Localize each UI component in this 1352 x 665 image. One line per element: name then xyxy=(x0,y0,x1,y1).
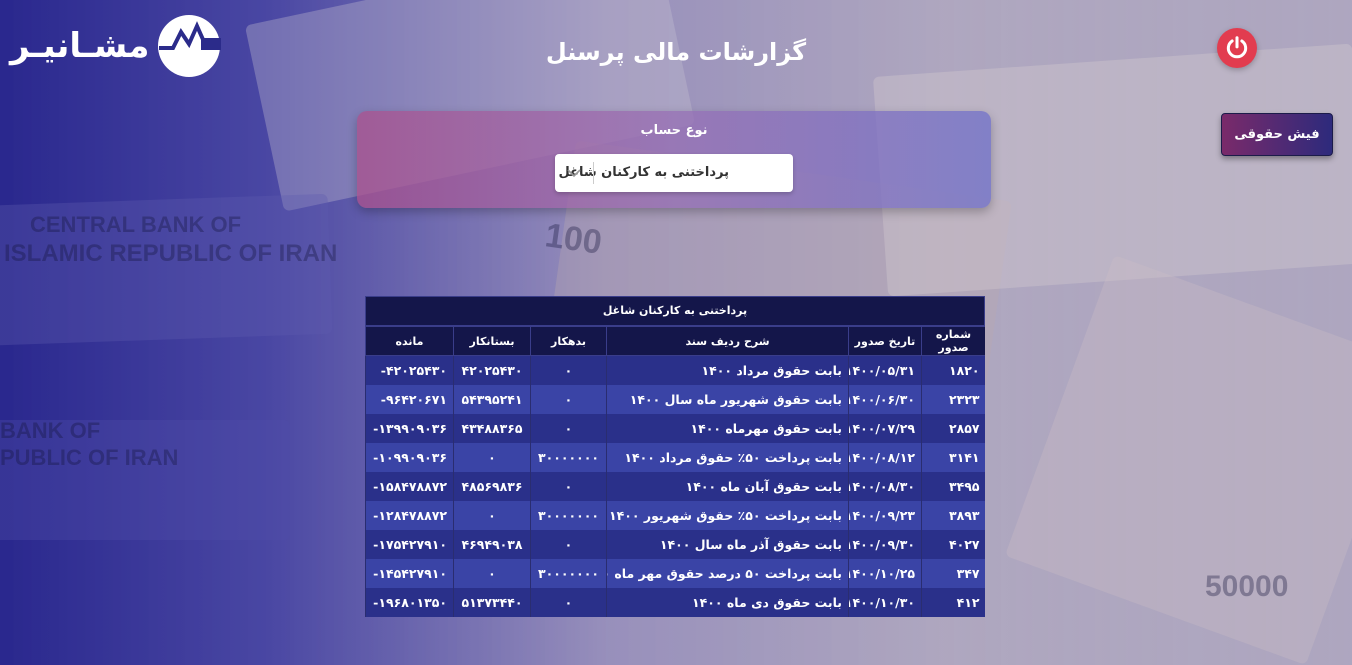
table-cell: بابت پرداخت ۵۰ درصد حقوق مهر ماه ۱۴۰۰ xyxy=(606,559,849,588)
table-cell: -۱۰۹۹۰۹۰۳۶ xyxy=(365,443,454,472)
banknote-text: ISLAMIC REPUBLIC OF IRAN xyxy=(4,240,338,267)
banknote-text: CENTRAL BANK OF xyxy=(30,212,242,237)
table-cell: ۴۰۲۷ xyxy=(921,530,985,559)
table-cell: -۱۷۵۴۲۷۹۱۰ xyxy=(365,530,454,559)
table-cell: -۹۶۴۲۰۶۷۱ xyxy=(365,385,454,414)
table-cell: -۴۲۰۲۵۴۳۰ xyxy=(365,355,454,385)
table-cell: ۲۳۲۳ xyxy=(921,385,985,414)
table-cell: ۱۴۰۰/۱۰/۲۵ xyxy=(848,559,922,588)
table-cell: بابت پرداخت ۵۰٪ حقوق شهریور ۱۴۰۰ xyxy=(606,501,849,530)
logout-button[interactable] xyxy=(1217,28,1257,68)
payslip-button[interactable]: فیش حقوقی xyxy=(1221,113,1333,156)
account-type-label: نوع حساب xyxy=(640,123,708,138)
power-icon xyxy=(1226,36,1248,59)
column-header[interactable]: شرح ردیف سند xyxy=(606,326,849,356)
table-cell: ۰ xyxy=(530,530,607,559)
column-header[interactable]: بستانکار xyxy=(453,326,531,356)
table-cell: ۳۰۰۰۰۰۰۰ xyxy=(530,501,607,530)
table-cell: ۱۴۰۰/۰۵/۳۱ xyxy=(848,355,922,385)
table-row[interactable]: ۴۱۲ ۱۴۰۰/۱۰/۳۰ بابت حقوق دی ماه ۱۴۰۰ ۰ ۵۱۳۷۳… xyxy=(365,588,985,617)
table-cell: بابت حقوق دی ماه ۱۴۰۰ xyxy=(606,588,849,617)
table-cell: ۱۴۰۰/۱۰/۳۰ xyxy=(848,588,922,617)
table-caption: پرداختنی به کارکنان شاغل xyxy=(365,296,985,326)
table-cell: ۱۴۰۰/۰۷/۲۹ xyxy=(848,414,922,443)
banknote-text: PUBLIC OF IRAN xyxy=(0,445,179,470)
table-cell: ۰ xyxy=(453,559,531,588)
table-row[interactable]: ۲۳۲۳ ۱۴۰۰/۰۶/۳۰ بابت حقوق شهریور ماه سال ۱… xyxy=(365,385,985,414)
table-cell: بابت حقوق آبان ماه ۱۴۰۰ xyxy=(606,472,849,501)
table-cell: ۵۱۳۷۳۴۴۰ xyxy=(453,588,531,617)
table-row[interactable]: ۴۰۲۷ ۱۴۰۰/۰۹/۳۰ بابت حقوق آذر ماه سال ۱۴۰۰… xyxy=(365,530,985,559)
banknote-text: 50000 xyxy=(1205,570,1289,603)
table-row[interactable]: ۳۱۴۱ ۱۴۰۰/۰۸/۱۲ بابت پرداخت ۵۰٪ حقوق مرداد… xyxy=(365,443,985,472)
table-cell: ۰ xyxy=(530,588,607,617)
banknote-decoration xyxy=(1004,254,1352,665)
chevron-down-icon[interactable] xyxy=(565,165,583,181)
account-type-panel: نوع حساب پرداختنی به کارکنان شاغل xyxy=(357,111,991,208)
table-cell: بابت حقوق مهرماه ۱۴۰۰ xyxy=(606,414,849,443)
banknote-text: BANK OF xyxy=(0,418,101,443)
table-cell: ۱۴۰۰/۰۸/۱۲ xyxy=(848,443,922,472)
column-header[interactable]: مانده xyxy=(365,326,454,356)
page-title: گزارشات مالی پرسنل xyxy=(545,38,807,66)
column-header[interactable]: تاریخ صدور xyxy=(848,326,922,356)
table-row[interactable]: ۳۴۹۵ ۱۴۰۰/۰۸/۳۰ بابت حقوق آبان ماه ۱۴۰۰ ۰ ۴۸… xyxy=(365,472,985,501)
account-type-value: پرداختنی به کارکنان شاغل xyxy=(558,165,730,180)
table-cell: ۳۸۹۳ xyxy=(921,501,985,530)
table-cell: -۱۹۶۸۰۱۳۵۰ xyxy=(365,588,454,617)
table-cell: ۴۶۹۴۹۰۳۸ xyxy=(453,530,531,559)
table-cell: ۰ xyxy=(453,501,531,530)
table-cell: -۱۲۸۴۷۸۸۷۲ xyxy=(365,501,454,530)
table-cell: ۱۴۰۰/۰۶/۳۰ xyxy=(848,385,922,414)
table-cell: -۱۴۵۴۲۷۹۱۰ xyxy=(365,559,454,588)
account-type-select[interactable]: پرداختنی به کارکنان شاغل xyxy=(555,154,793,192)
table-row[interactable]: ۳۴۷ ۱۴۰۰/۱۰/۲۵ بابت پرداخت ۵۰ درصد حقوق مه… xyxy=(365,559,985,588)
table-cell: -۱۵۸۴۷۸۸۷۲ xyxy=(365,472,454,501)
table-cell: بابت حقوق مرداد ۱۴۰۰ xyxy=(606,355,849,385)
table-cell: بابت حقوق آذر ماه سال ۱۴۰۰ xyxy=(606,530,849,559)
table-cell: ۳۱۴۱ xyxy=(921,443,985,472)
table-cell: ۳۴۹۵ xyxy=(921,472,985,501)
column-header[interactable]: بدهکار xyxy=(530,326,607,356)
table-cell: ۰ xyxy=(530,355,607,385)
table-cell: ۰ xyxy=(530,414,607,443)
table-row[interactable]: ۳۸۹۳ ۱۴۰۰/۰۹/۲۳ بابت پرداخت ۵۰٪ حقوق شهریو… xyxy=(365,501,985,530)
table-cell: بابت پرداخت ۵۰٪ حقوق مرداد ۱۴۰۰ xyxy=(606,443,849,472)
table-cell: ۳۰۰۰۰۰۰۰ xyxy=(530,559,607,588)
table-cell: ۱۴۰۰/۰۸/۳۰ xyxy=(848,472,922,501)
table-cell: ۴۱۲ xyxy=(921,588,985,617)
table-cell: ۲۸۵۷ xyxy=(921,414,985,443)
table-cell: ۰ xyxy=(530,385,607,414)
financial-report-table: پرداختنی به کارکنان شاغل شماره صدور تاری… xyxy=(365,296,985,623)
table-cell: بابت حقوق شهریور ماه سال ۱۴۰۰ xyxy=(606,385,849,414)
table-cell: ۳۰۰۰۰۰۰۰ xyxy=(530,443,607,472)
table-cell: ۱۸۲۰ xyxy=(921,355,985,385)
table-cell: ۰ xyxy=(530,472,607,501)
select-separator xyxy=(593,162,594,184)
table-cell: ۴۸۵۶۹۸۳۶ xyxy=(453,472,531,501)
table-cell: ۰ xyxy=(453,443,531,472)
table-cell: -۱۳۹۹۰۹۰۳۶ xyxy=(365,414,454,443)
table-cell: ۳۴۷ xyxy=(921,559,985,588)
table-row[interactable]: ۱۸۲۰ ۱۴۰۰/۰۵/۳۱ بابت حقوق مرداد ۱۴۰۰ ۰ ۴۲۰۲۵… xyxy=(365,355,985,385)
table-header-row: شماره صدور تاریخ صدور شرح ردیف سند بدهکا… xyxy=(365,326,985,356)
table-row[interactable]: ۲۸۵۷ ۱۴۰۰/۰۷/۲۹ بابت حقوق مهرماه ۱۴۰۰ ۰ ۴۳۴۸… xyxy=(365,414,985,443)
table-cell: ۴۳۴۸۸۳۶۵ xyxy=(453,414,531,443)
banknote-text: 100 xyxy=(542,216,605,262)
column-header[interactable]: شماره صدور xyxy=(921,326,985,356)
table-cell: ۱۴۰۰/۰۹/۲۳ xyxy=(848,501,922,530)
table-cell: ۱۴۰۰/۰۹/۳۰ xyxy=(848,530,922,559)
table-cell: ۵۴۳۹۵۲۴۱ xyxy=(453,385,531,414)
table-cell: ۴۲۰۲۵۴۳۰ xyxy=(453,355,531,385)
